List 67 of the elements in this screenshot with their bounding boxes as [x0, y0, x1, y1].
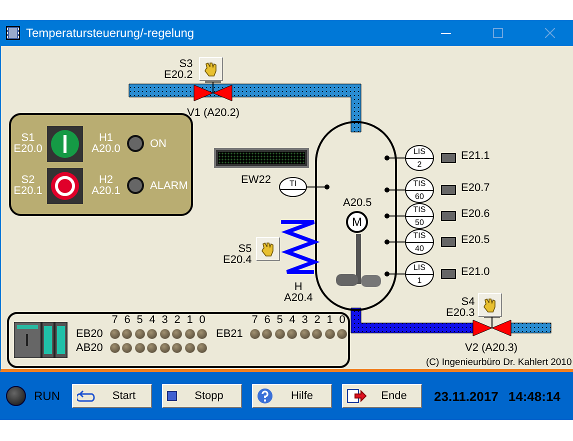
bit-number: 0: [338, 314, 346, 326]
bit-number: 5: [136, 314, 144, 326]
heater-label: H: [294, 282, 302, 293]
bit-number: 4: [148, 314, 156, 326]
bit-number: 7: [110, 314, 119, 326]
start-button[interactable]: Start: [72, 384, 152, 408]
byte-label: AB20: [76, 342, 104, 354]
button-address: E20.0: [14, 144, 42, 154]
sensor-input-label: E20.6: [461, 208, 490, 220]
bit-number: 1: [186, 314, 194, 326]
switch-address: E20.4: [223, 255, 252, 266]
sensor-value: 40: [415, 243, 424, 254]
switch-label: S3: [179, 59, 193, 70]
lamp-address: A20.0: [92, 144, 120, 154]
sensor-value: 2: [417, 159, 422, 170]
lamp-label: H2: [98, 174, 114, 186]
valve-label: V1 (A20.2): [187, 107, 240, 119]
bit-number: 6: [263, 314, 272, 326]
bit-number: 3: [300, 314, 309, 326]
display-label: EW22: [241, 174, 271, 186]
sensor-value: 50: [415, 217, 424, 228]
exit-button[interactable]: Ende: [342, 384, 422, 408]
byte-label: EB20: [76, 328, 104, 340]
switch-address: E20.2: [164, 70, 193, 81]
lamp-text: ALARM: [150, 180, 188, 192]
sensor-input-label: E20.7: [461, 182, 490, 194]
button-address: E20.1: [14, 186, 42, 196]
lamp-label: H1: [98, 132, 114, 144]
sensor-input-label: E21.1: [461, 150, 490, 162]
run-label: RUN: [34, 389, 60, 403]
bit-number: 2: [173, 314, 182, 326]
bit-number: 3: [160, 314, 169, 326]
sensor-type: LIS: [406, 146, 433, 159]
symbol-text: TI: [280, 178, 306, 190]
switch-label: S4: [461, 297, 475, 308]
bit-number: 6: [123, 314, 132, 326]
sensor-input-label: E20.5: [461, 234, 490, 246]
sensor-value: 60: [415, 191, 424, 202]
button-label: S1: [21, 132, 35, 144]
lamp-text: ON: [150, 138, 166, 150]
bit-number: 2: [313, 314, 322, 326]
motor-address: A20.5: [343, 197, 372, 209]
time-text: 14:48:14: [508, 388, 560, 404]
bit-number: 0: [198, 314, 206, 326]
sensor-type: TIS: [406, 178, 433, 191]
date-text: 23.11.2017: [434, 388, 498, 404]
bit-number: 4: [288, 314, 296, 326]
help-button[interactable]: Hilfe: [252, 384, 332, 408]
byte-label: EB21: [216, 328, 244, 340]
button-label: S2: [21, 174, 35, 186]
switch-address: E20.3: [446, 308, 475, 319]
sensor-type: TIS: [406, 230, 433, 243]
sensor-type: TIS: [406, 204, 433, 217]
lamp-address: A20.1: [92, 186, 120, 196]
copyright-text: (C) Ingenieurbüro Dr. Kahlert 2010: [426, 357, 572, 368]
valve-label: V2 (A20.3): [465, 342, 518, 354]
bit-number: 5: [276, 314, 284, 326]
sensor-type: LIS: [406, 262, 433, 275]
stop-button[interactable]: Stopp: [162, 384, 242, 408]
bit-number: 7: [250, 314, 259, 326]
bit-number: 1: [326, 314, 334, 326]
sensor-value: 1: [417, 275, 422, 286]
switch-label: S5: [238, 244, 252, 255]
sensor-input-label: E21.0: [461, 266, 490, 278]
window-title: Temperatursteuerung/-regelung: [26, 26, 194, 40]
motor-symbol: M: [346, 211, 368, 233]
heater-address: A20.4: [284, 293, 313, 304]
